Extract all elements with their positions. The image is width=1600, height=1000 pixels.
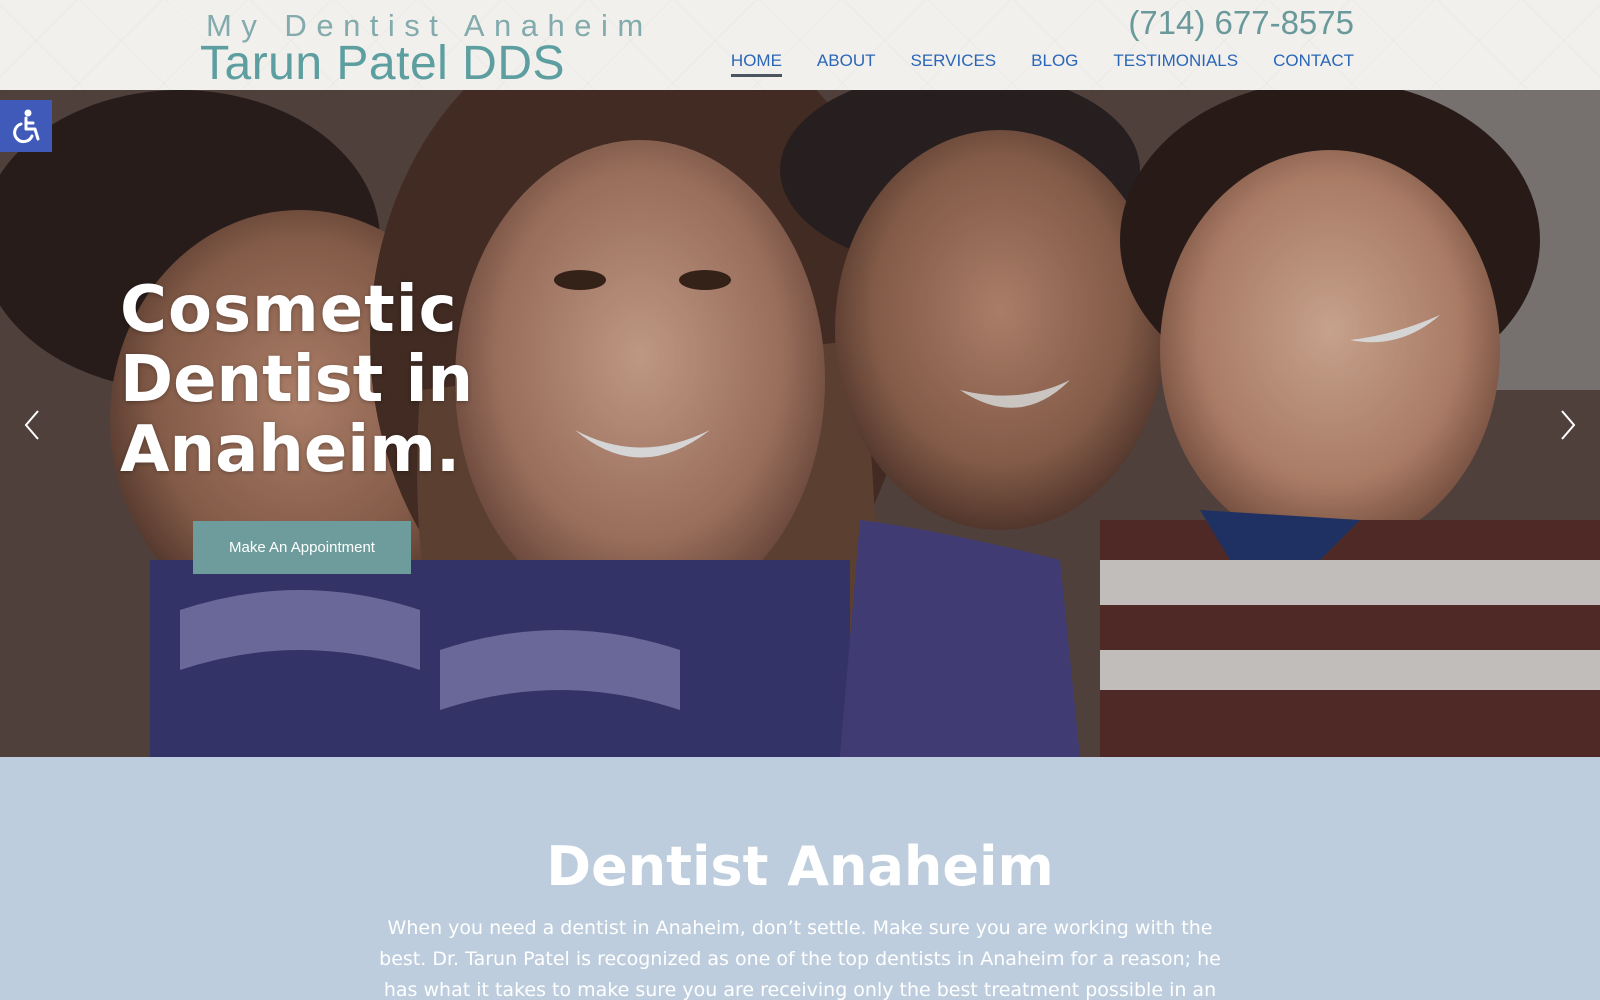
main-nav: HOME ABOUT SERVICES BLOG TESTIMONIALS CO… xyxy=(696,50,1354,77)
nav-home[interactable]: HOME xyxy=(730,50,782,77)
chevron-right-icon[interactable] xyxy=(1556,408,1580,442)
accessibility-icon xyxy=(13,109,40,144)
hero-title-rest: in xyxy=(383,343,474,417)
site-logo[interactable]: My Dentist Anaheim Tarun Patel DDS xyxy=(200,8,643,90)
hero-title-line2: Dentist in xyxy=(120,343,473,417)
nav-testimonials[interactable]: TESTIMONIALS xyxy=(1113,50,1238,77)
hero-title-line1: Cosmetic xyxy=(120,273,458,347)
hero-title-line3: Anaheim. xyxy=(120,413,461,487)
intro-section: Dentist Anaheim When you need a dentist … xyxy=(0,757,1600,1000)
chevron-left-icon[interactable] xyxy=(20,408,44,442)
nav-about[interactable]: ABOUT xyxy=(817,50,876,77)
hero-title: Cosmetic Dentist in Anaheim. xyxy=(120,273,473,487)
nav-blog[interactable]: BLOG xyxy=(1031,50,1078,77)
logo-name: Tarun Patel DDS xyxy=(200,37,565,90)
section-heading: Dentist Anaheim xyxy=(546,835,1054,898)
nav-services[interactable]: SERVICES xyxy=(910,50,996,77)
nav-contact[interactable]: CONTACT xyxy=(1273,50,1354,77)
hero-slider: Cosmetic Dentist in Anaheim. Make An App… xyxy=(0,90,1600,757)
make-appointment-button[interactable]: Make An Appointment xyxy=(193,521,411,574)
hero-title-bold: Dentist xyxy=(120,343,384,417)
phone-number[interactable]: (714) 677-8575 xyxy=(1128,3,1354,43)
site-header: My Dentist Anaheim Tarun Patel DDS (714)… xyxy=(0,0,1600,90)
accessibility-button[interactable] xyxy=(0,100,52,152)
intro-paragraph: When you need a dentist in Anaheim, don’… xyxy=(379,917,1221,1000)
